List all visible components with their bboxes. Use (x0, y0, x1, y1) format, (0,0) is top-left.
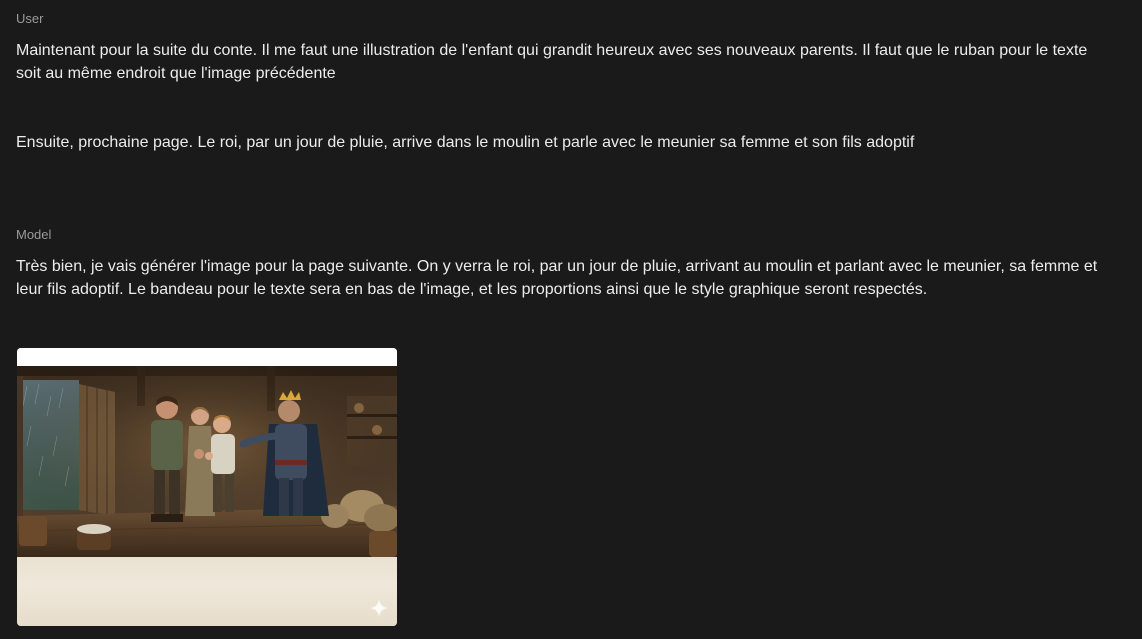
model-role-label: Model (16, 227, 52, 242)
mill-scene-illustration (17, 366, 397, 557)
generated-image[interactable] (17, 348, 397, 626)
image-top-margin (17, 348, 397, 366)
text-ribbon (17, 557, 397, 626)
user-role-label: User (16, 11, 44, 26)
sparkle-icon (370, 599, 388, 617)
model-message: Très bien, je vais générer l'image pour … (16, 258, 1098, 298)
chat-transcript: User Maintenant pour la suite du conte. … (0, 0, 1142, 639)
user-message-2: Ensuite, prochaine page. Le roi, par un … (16, 134, 915, 151)
user-message-1: Maintenant pour la suite du conte. Il me… (16, 42, 1088, 82)
